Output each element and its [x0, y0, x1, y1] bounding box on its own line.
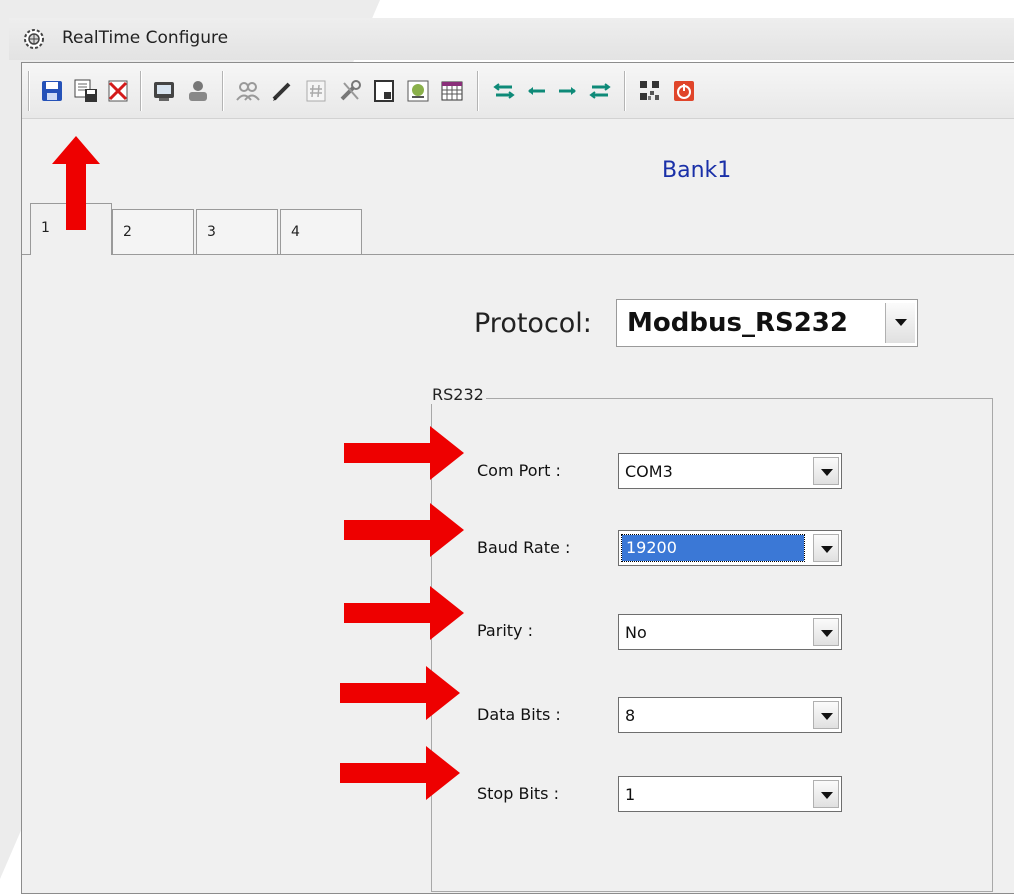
calendar-grid-icon[interactable] [438, 77, 466, 105]
baud-rate-select[interactable]: 19200 [618, 530, 842, 566]
baud-rate-label: Baud Rate : [477, 538, 571, 557]
com-port-value: COM3 [625, 462, 673, 481]
annotation-arrow-baud-rate [344, 503, 464, 557]
users-icon[interactable] [234, 77, 262, 105]
toolbar-separator [28, 71, 29, 111]
save-icon[interactable] [38, 77, 66, 105]
baud-rate-value: 19200 [621, 534, 805, 562]
stop-bits-value: 1 [625, 785, 636, 804]
tab-label: 1 [41, 220, 50, 236]
tab-strip-line [22, 254, 1014, 255]
protocol-label: Protocol: [474, 308, 592, 339]
chevron-down-icon[interactable] [813, 618, 839, 646]
tab-2[interactable]: 2 [112, 209, 194, 254]
bank-title: Bank1 [662, 158, 732, 183]
window-title: RealTime Configure [62, 28, 229, 48]
gear-globe-icon [22, 27, 46, 55]
network-icon[interactable] [184, 77, 212, 105]
stop-bits-select[interactable]: 1 [618, 776, 842, 812]
device-icon[interactable] [150, 77, 178, 105]
qr-code-icon[interactable] [636, 77, 664, 105]
power-icon[interactable] [670, 77, 698, 105]
tools-icon[interactable] [336, 77, 364, 105]
tab-4[interactable]: 4 [280, 209, 362, 254]
chevron-down-icon[interactable] [813, 457, 839, 485]
toolbar-separator [477, 71, 478, 111]
window-body: Bank1 2 3 4 1 Protocol: Modbus_RS232 RS2… [21, 62, 1014, 894]
image-icon[interactable] [404, 77, 432, 105]
data-bits-value: 8 [625, 706, 636, 725]
parity-select[interactable]: No [618, 614, 842, 650]
hash-icon[interactable] [302, 77, 330, 105]
annotation-arrow-data-bits [340, 666, 460, 720]
protocol-select[interactable]: Modbus_RS232 [616, 299, 918, 347]
save-as-icon[interactable] [72, 77, 100, 105]
tab-label: 3 [207, 224, 216, 240]
move-right-icon[interactable] [554, 77, 582, 105]
parity-label: Parity : [477, 621, 533, 640]
rs232-groupbox-title: RS232 [430, 385, 486, 404]
annotation-arrow-parity [344, 586, 464, 640]
pencil-icon[interactable] [268, 77, 296, 105]
toolbar [22, 63, 1014, 119]
annotation-arrow-up [52, 136, 100, 230]
title-bar: RealTime Configure [9, 18, 1014, 60]
move-last-icon[interactable] [586, 77, 614, 105]
delete-icon[interactable] [104, 77, 132, 105]
chevron-down-icon[interactable] [885, 303, 915, 343]
com-port-select[interactable]: COM3 [618, 453, 842, 489]
parity-value: No [625, 623, 647, 642]
window-icon[interactable] [370, 77, 398, 105]
com-port-label: Com Port : [477, 461, 561, 480]
tab-3[interactable]: 3 [196, 209, 278, 254]
chevron-down-icon[interactable] [813, 534, 839, 562]
protocol-value: Modbus_RS232 [627, 308, 848, 338]
annotation-arrow-com-port [344, 426, 464, 480]
toolbar-separator [140, 71, 141, 111]
app-window: RealTime Configure Bank1 2 3 4 1 Protoco… [9, 18, 1014, 894]
tab-label: 2 [123, 224, 132, 240]
move-first-icon[interactable] [490, 77, 518, 105]
toolbar-separator [624, 71, 625, 111]
data-bits-select[interactable]: 8 [618, 697, 842, 733]
chevron-down-icon[interactable] [813, 701, 839, 729]
stop-bits-label: Stop Bits : [477, 784, 559, 803]
tab-label: 4 [291, 224, 300, 240]
chevron-down-icon[interactable] [813, 780, 839, 808]
move-left-icon[interactable] [522, 77, 550, 105]
toolbar-separator [222, 71, 223, 111]
annotation-arrow-stop-bits [340, 746, 460, 800]
data-bits-label: Data Bits : [477, 705, 561, 724]
